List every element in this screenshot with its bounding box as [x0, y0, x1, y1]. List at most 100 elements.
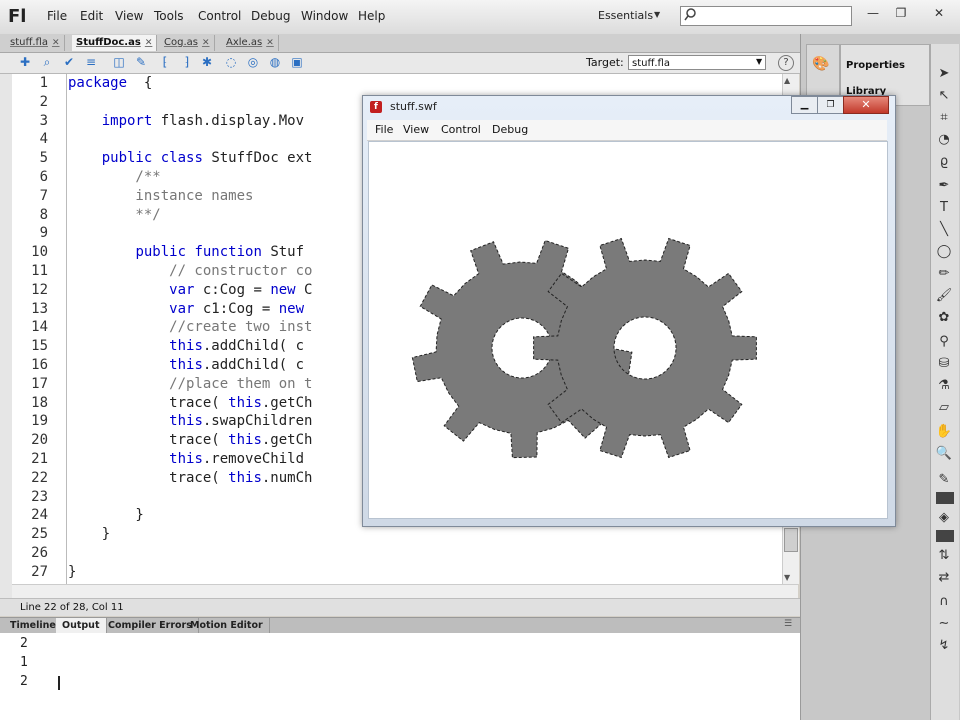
close-icon[interactable]: ✕: [928, 4, 950, 22]
subselection-tool-icon[interactable]: ↖: [934, 88, 954, 103]
panel-menu-icon[interactable]: ☰: [784, 619, 792, 629]
eyedropper-tool-icon[interactable]: ⚗: [934, 378, 954, 393]
line-number: 13: [31, 300, 48, 317]
line-number: 14: [31, 319, 48, 336]
color-swatch-icon[interactable]: 🎨: [812, 56, 829, 72]
menu-edit[interactable]: Edit: [80, 9, 103, 23]
oval-tool-icon[interactable]: ◯: [934, 244, 954, 259]
free-transform-tool-icon[interactable]: ⌗: [934, 110, 954, 125]
tab-cog-as[interactable]: Cog.as ✕: [160, 35, 215, 51]
close-icon[interactable]: ✕: [843, 96, 889, 114]
apply-line-comment-icon[interactable]: ◎: [246, 55, 260, 69]
show-hide-toolbox-icon[interactable]: ▣: [290, 55, 304, 69]
scrollbar-thumb[interactable]: [784, 528, 798, 552]
line-number: 3: [39, 112, 48, 129]
line-tool-icon[interactable]: ╲: [934, 222, 954, 237]
workspace-switcher[interactable]: Essentials: [598, 9, 653, 22]
fill-color-icon[interactable]: ◈: [934, 510, 954, 525]
smooth-icon[interactable]: ∼: [934, 616, 954, 631]
3d-rotation-tool-icon[interactable]: ◔: [934, 132, 954, 147]
menu-control[interactable]: Control: [198, 9, 241, 23]
app-logo: Fl: [8, 6, 27, 27]
scroll-down-icon[interactable]: ▼: [784, 573, 790, 582]
swf-menu-control[interactable]: Control: [441, 123, 481, 136]
swf-menu-file[interactable]: File: [375, 123, 393, 136]
line-number: 11: [31, 262, 48, 279]
tab-stuffdoc-as[interactable]: StuffDoc.as ✕: [72, 35, 158, 51]
menu-file[interactable]: File: [47, 9, 67, 23]
zoom-tool-icon[interactable]: 🔍: [934, 446, 954, 461]
tab-timeline[interactable]: Timeline: [4, 618, 63, 633]
tab-properties[interactable]: Properties: [846, 60, 905, 71]
maximize-icon[interactable]: ❐: [817, 96, 844, 114]
output-line: 1: [20, 655, 28, 670]
close-icon[interactable]: ✕: [202, 38, 210, 48]
code-line[interactable]: package {: [68, 74, 782, 93]
restore-icon[interactable]: ❐: [890, 4, 912, 22]
menu-view[interactable]: View: [115, 9, 143, 23]
tab-axle-as[interactable]: Axle.as ✕: [222, 35, 279, 51]
cog-pair: [411, 237, 757, 459]
minimize-icon[interactable]: —: [862, 4, 884, 22]
target-select[interactable]: stuff.fla: [628, 55, 766, 70]
expand-all-icon[interactable]: ✱: [200, 55, 214, 69]
menu-debug[interactable]: Debug: [251, 9, 290, 23]
tab-output[interactable]: Output: [56, 618, 107, 633]
code-line[interactable]: }: [68, 525, 782, 544]
debug-options-icon[interactable]: ✎: [134, 55, 148, 69]
paint-bucket-tool-icon[interactable]: ⛁: [934, 356, 954, 371]
bone-tool-icon[interactable]: ⚲: [934, 334, 954, 349]
collapse-selection-icon[interactable]: ⁆: [180, 55, 194, 69]
remove-comment-icon[interactable]: ◍: [268, 55, 282, 69]
tab-motion-editor[interactable]: Motion Editor: [184, 618, 270, 633]
stroke-color-icon[interactable]: ✎: [934, 472, 954, 487]
stroke-color-swatch[interactable]: [936, 492, 954, 504]
code-fold-gutter[interactable]: [58, 74, 67, 598]
pen-tool-icon[interactable]: ✒: [934, 178, 954, 193]
close-icon[interactable]: ✕: [52, 38, 60, 48]
snap-to-objects-icon[interactable]: ∩: [934, 594, 954, 609]
lasso-tool-icon[interactable]: ϱ: [934, 154, 954, 169]
scroll-up-icon[interactable]: ▲: [784, 76, 790, 85]
line-number: 22: [31, 469, 48, 486]
menu-tools[interactable]: Tools: [154, 9, 184, 23]
auto-format-icon[interactable]: ≡: [84, 55, 98, 69]
swf-menu-debug[interactable]: Debug: [492, 123, 528, 136]
minimize-icon[interactable]: ▁: [791, 96, 818, 114]
help-search-input[interactable]: [680, 6, 852, 26]
close-icon[interactable]: ✕: [266, 38, 274, 48]
hand-tool-icon[interactable]: ✋: [934, 424, 954, 439]
cursor-position-status: Line 22 of 28, Col 11: [0, 598, 800, 616]
tab-label: Cog.as: [164, 37, 198, 48]
output-console[interactable]: [0, 633, 800, 720]
collapse-braces-icon[interactable]: ⁅: [158, 55, 172, 69]
line-number: 20: [31, 432, 48, 449]
tab-label: Axle.as: [226, 37, 263, 48]
chevron-down-icon[interactable]: ▼: [654, 10, 660, 19]
code-hint-icon[interactable]: ◫: [112, 55, 126, 69]
tab-stuff-fla[interactable]: stuff.fla ✕: [6, 35, 65, 51]
menu-help[interactable]: Help: [358, 9, 385, 23]
chevron-down-icon[interactable]: ▼: [756, 57, 762, 66]
code-line[interactable]: }: [68, 563, 782, 582]
pencil-tool-icon[interactable]: ✏: [934, 266, 954, 281]
deco-tool-icon[interactable]: ✿: [934, 310, 954, 325]
code-line[interactable]: [68, 544, 782, 563]
apply-block-comment-icon[interactable]: ◌: [224, 55, 238, 69]
add-statement-icon[interactable]: ✚: [18, 55, 32, 69]
swap-colors-icon[interactable]: ⇅: [934, 548, 954, 563]
eraser-tool-icon[interactable]: ▱: [934, 400, 954, 415]
horizontal-scrollbar[interactable]: [12, 584, 798, 599]
straighten-icon[interactable]: ↯: [934, 638, 954, 653]
menu-window[interactable]: Window: [301, 9, 348, 23]
text-tool-icon[interactable]: T: [934, 200, 954, 215]
help-icon[interactable]: ?: [778, 55, 794, 71]
check-syntax-icon[interactable]: ✔: [62, 55, 76, 69]
fill-color-swatch[interactable]: [936, 530, 954, 542]
swf-menu-view[interactable]: View: [403, 123, 429, 136]
close-icon[interactable]: ✕: [145, 38, 153, 48]
selection-tool-icon[interactable]: ➤: [934, 66, 954, 81]
default-colors-icon[interactable]: ⇄: [934, 570, 954, 585]
brush-tool-icon[interactable]: 🖌: [934, 288, 954, 303]
find-icon[interactable]: ⌕: [40, 55, 54, 69]
